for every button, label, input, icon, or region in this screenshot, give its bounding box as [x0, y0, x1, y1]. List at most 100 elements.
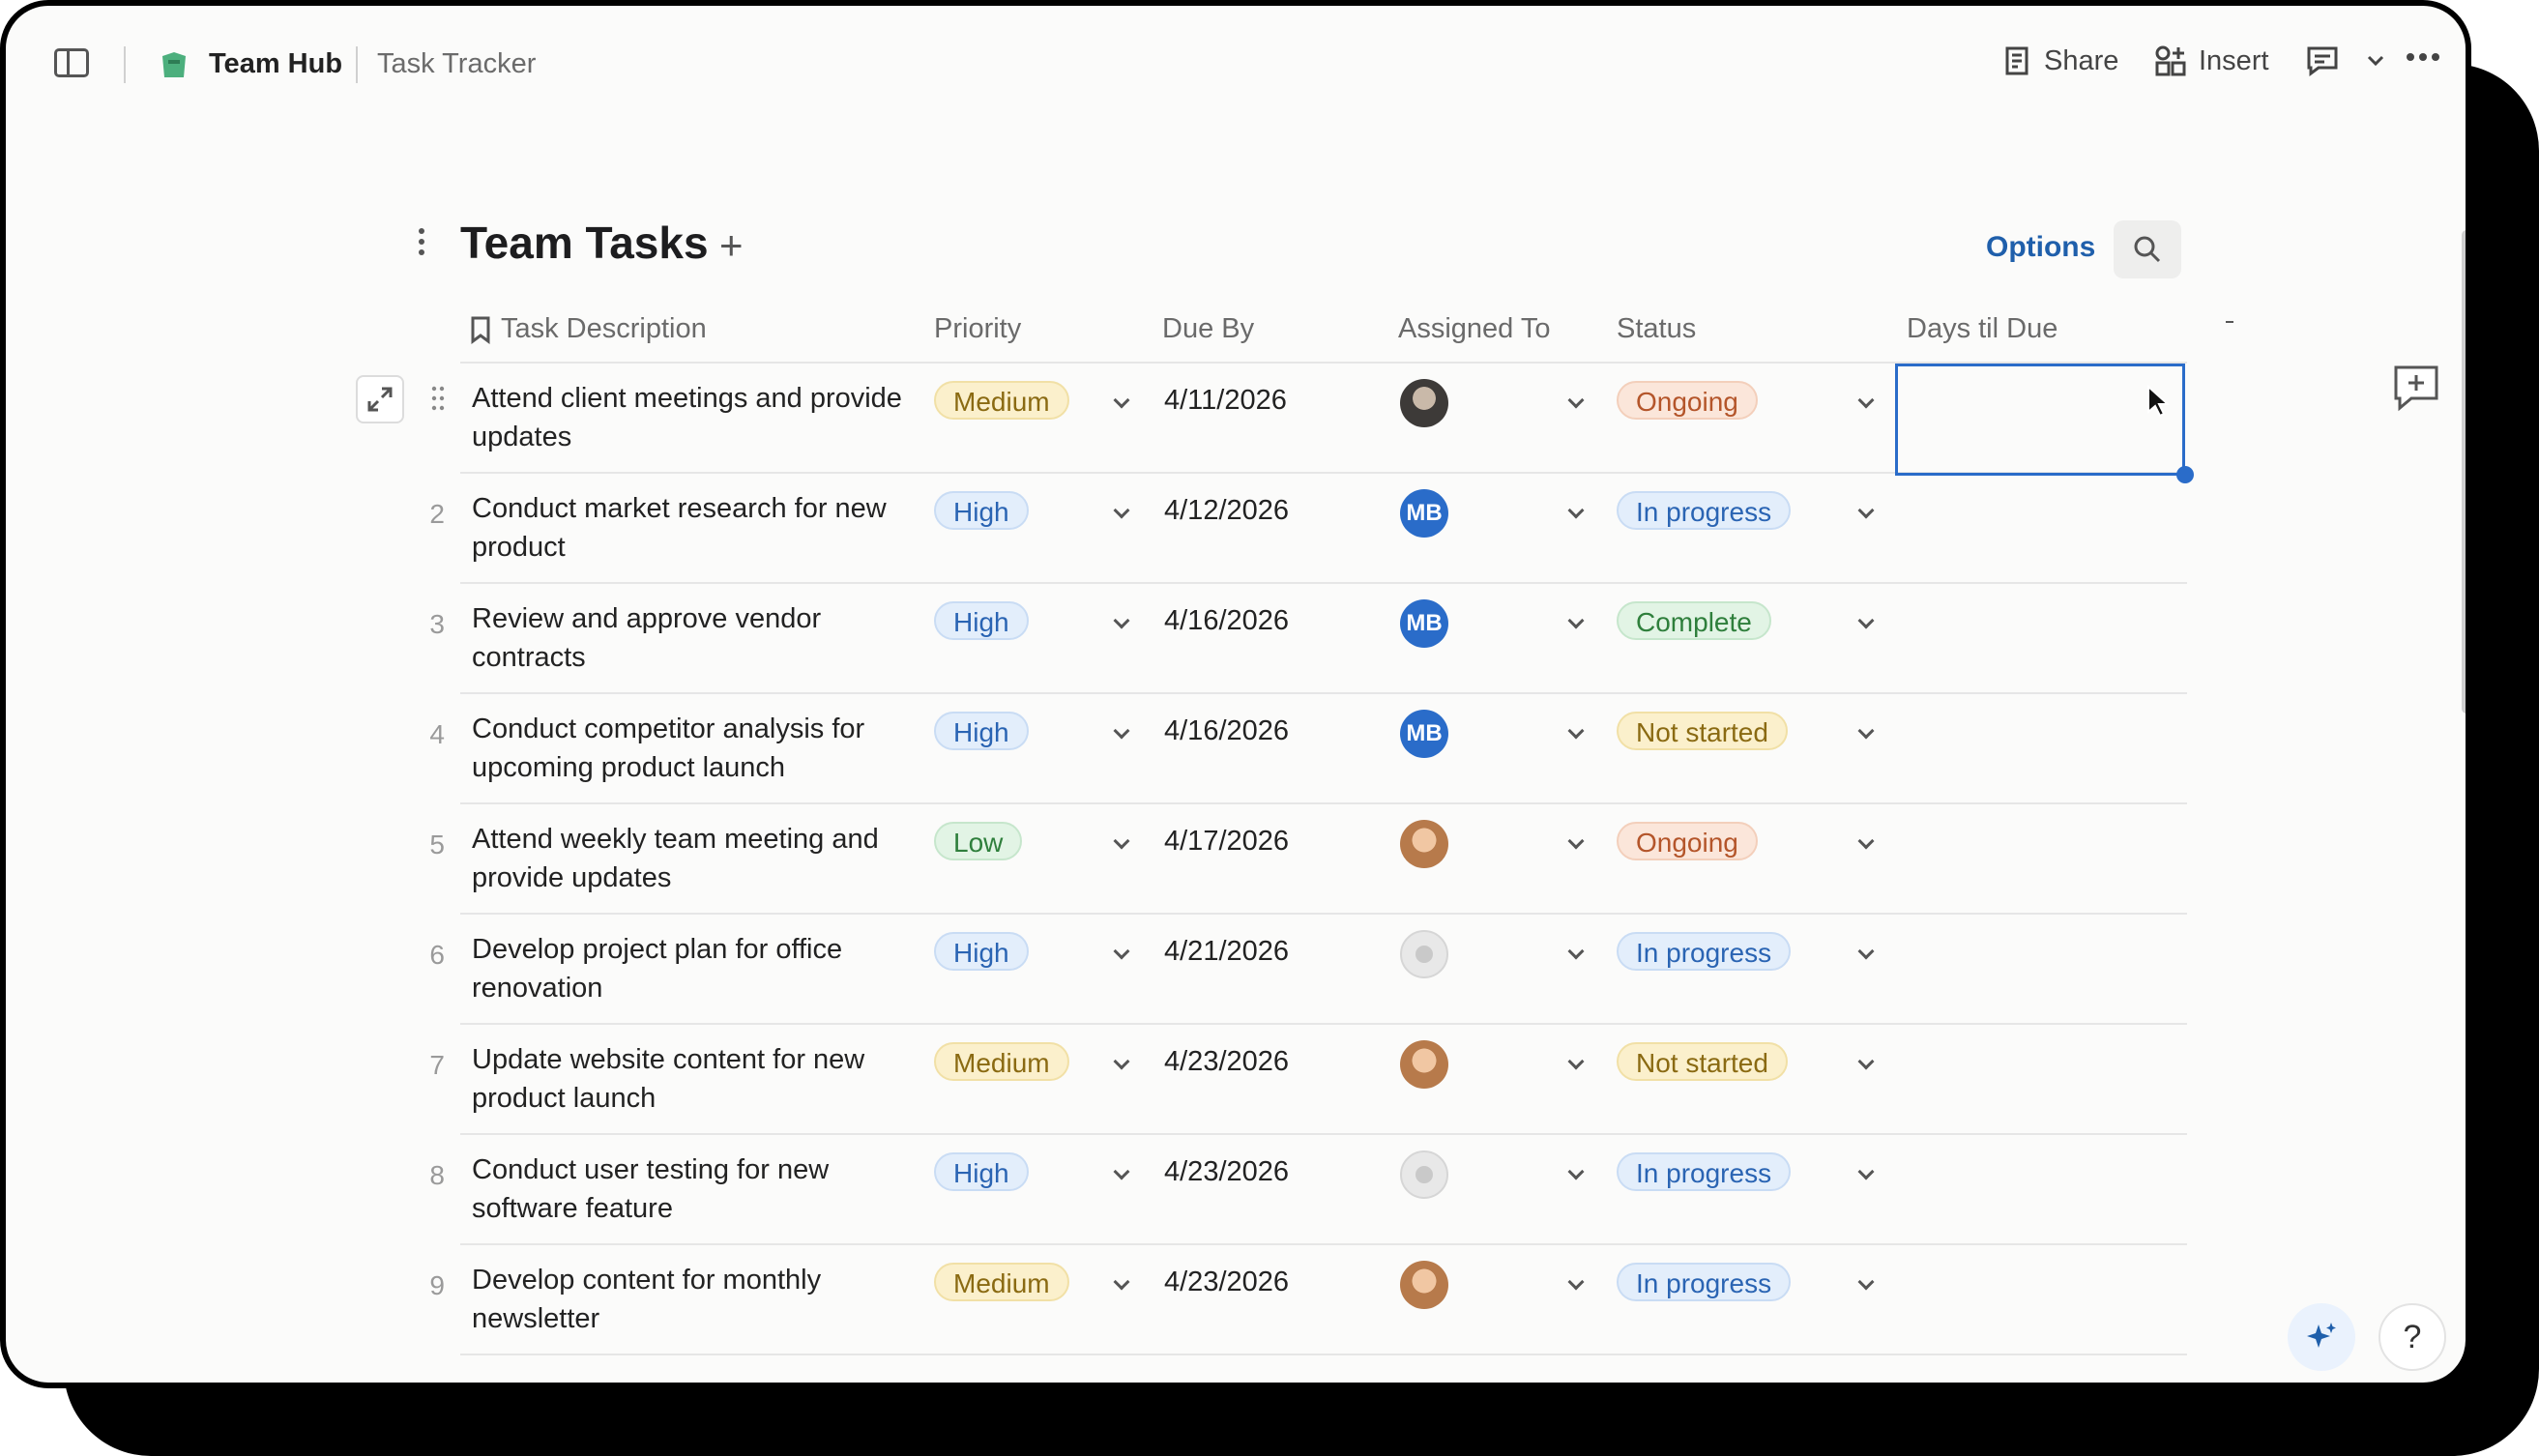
drag-handle-icon[interactable] — [431, 385, 445, 412]
status-badge[interactable]: In progress — [1617, 491, 1792, 530]
due-date-cell[interactable]: 4/12/2026 — [1164, 491, 1289, 530]
more-options-button[interactable] — [2406, 50, 2452, 64]
avatar[interactable]: MB — [1400, 489, 1448, 538]
task-description-cell[interactable]: Conduct user testing for new software fe… — [472, 1150, 926, 1228]
table-title[interactable]: Team Tasks — [460, 217, 709, 269]
task-description-cell[interactable]: Develop content for monthly newsletter — [472, 1261, 926, 1338]
status-badge[interactable]: Ongoing — [1617, 822, 1758, 860]
task-description-cell[interactable]: Update website content for new product l… — [472, 1040, 926, 1118]
column-header-days-til-due[interactable]: Days til Due — [1907, 313, 2057, 345]
status-badge[interactable]: Not started — [1617, 1042, 1788, 1081]
vertical-scrollbar[interactable] — [2462, 230, 2466, 713]
chevron-down-icon[interactable] — [1567, 502, 1585, 519]
table-menu-icon[interactable] — [412, 228, 431, 263]
priority-badge[interactable]: Medium — [934, 381, 1069, 420]
chevron-down-icon[interactable] — [1567, 722, 1585, 740]
column-menu-handle[interactable] — [2226, 321, 2233, 323]
status-badge[interactable]: Ongoing — [1617, 381, 1758, 420]
column-header-due-by[interactable]: Due By — [1162, 313, 1254, 345]
chevron-down-icon[interactable] — [1567, 832, 1585, 850]
table-row[interactable]: 5 Attend weekly team meeting and provide… — [429, 804, 2187, 915]
insert-button[interactable]: Insert — [2154, 44, 2269, 77]
chevron-down-icon[interactable] — [1857, 1053, 1875, 1070]
add-view-button[interactable]: + — [719, 222, 744, 269]
table-row[interactable]: 9 Develop content for monthly newsletter… — [429, 1245, 2187, 1355]
due-date-cell[interactable]: 4/23/2026 — [1164, 1042, 1289, 1081]
page-title[interactable]: Task Tracker — [377, 48, 536, 80]
doc-icon[interactable] — [157, 48, 191, 83]
avatar[interactable] — [1400, 379, 1448, 427]
chevron-down-icon[interactable] — [1567, 1273, 1585, 1291]
fill-handle[interactable] — [2176, 466, 2194, 483]
priority-badge[interactable]: High — [934, 491, 1029, 530]
table-row[interactable]: 4 Conduct competitor analysis for upcomi… — [429, 694, 2187, 804]
chevron-down-icon[interactable] — [1857, 392, 1875, 409]
horizontal-scrollbar[interactable] — [460, 1383, 2189, 1388]
table-row[interactable]: 6 Develop project plan for office renova… — [429, 915, 2187, 1025]
table-row[interactable]: 3 Review and approve vendor contracts Hi… — [429, 584, 2187, 694]
task-description-cell[interactable]: Conduct competitor analysis for upcoming… — [472, 710, 926, 787]
due-date-cell[interactable]: 4/23/2026 — [1164, 1263, 1289, 1301]
task-description-cell[interactable]: Develop project plan for office renovati… — [472, 930, 926, 1007]
chevron-down-icon[interactable] — [1113, 502, 1130, 519]
chevron-down-icon[interactable] — [1857, 943, 1875, 960]
due-date-cell[interactable]: 4/21/2026 — [1164, 932, 1289, 971]
search-button[interactable] — [2114, 220, 2181, 278]
avatar[interactable] — [1400, 930, 1448, 978]
chevron-down-icon[interactable] — [1113, 943, 1130, 960]
status-badge[interactable]: Not started — [1617, 712, 1788, 750]
chevron-down-icon[interactable] — [1113, 612, 1130, 629]
chevron-down-icon[interactable] — [1567, 943, 1585, 960]
chevron-down-icon[interactable] — [1857, 832, 1875, 850]
chevron-down-icon[interactable] — [1857, 612, 1875, 629]
chevron-down-icon[interactable] — [1113, 1163, 1130, 1180]
table-row[interactable]: 2 Conduct market research for new produc… — [429, 474, 2187, 584]
avatar[interactable]: MB — [1400, 599, 1448, 648]
due-date-cell[interactable]: 4/16/2026 — [1164, 601, 1289, 640]
expand-row-button[interactable] — [356, 375, 404, 423]
due-date-cell[interactable]: 4/17/2026 — [1164, 822, 1289, 860]
status-badge[interactable]: Complete — [1617, 601, 1771, 640]
avatar[interactable]: MB — [1400, 710, 1448, 758]
comments-button[interactable] — [2305, 44, 2398, 77]
priority-badge[interactable]: High — [934, 712, 1029, 750]
chevron-down-icon[interactable] — [1567, 1053, 1585, 1070]
chevron-down-icon[interactable] — [1113, 1053, 1130, 1070]
avatar[interactable] — [1400, 1150, 1448, 1199]
task-description-cell[interactable]: Attend client meetings and provide updat… — [472, 379, 926, 456]
chevron-down-icon[interactable] — [1857, 502, 1875, 519]
due-date-cell[interactable]: 4/23/2026 — [1164, 1152, 1289, 1191]
due-date-cell[interactable]: 4/11/2026 — [1164, 381, 1287, 420]
ai-assistant-button[interactable] — [2288, 1303, 2355, 1371]
add-comment-icon[interactable] — [2390, 364, 2442, 412]
sidebar-toggle-icon[interactable] — [54, 48, 89, 77]
chevron-down-icon[interactable] — [1857, 1163, 1875, 1180]
priority-badge[interactable]: High — [934, 601, 1029, 640]
column-header-status[interactable]: Status — [1617, 313, 1696, 345]
chevron-down-icon[interactable] — [1567, 612, 1585, 629]
table-row[interactable]: 8 Conduct user testing for new software … — [429, 1135, 2187, 1245]
task-description-cell[interactable]: Conduct market research for new product — [472, 489, 926, 567]
due-date-cell[interactable]: 4/16/2026 — [1164, 712, 1289, 750]
priority-badge[interactable]: High — [934, 932, 1029, 971]
column-header-assigned-to[interactable]: Assigned To — [1398, 313, 1550, 345]
priority-badge[interactable]: High — [934, 1152, 1029, 1191]
avatar[interactable] — [1400, 820, 1448, 868]
priority-badge[interactable]: Low — [934, 822, 1023, 860]
status-badge[interactable]: In progress — [1617, 1263, 1792, 1301]
column-header-task-description[interactable]: Task Description — [470, 313, 707, 345]
share-button[interactable]: Share — [2003, 44, 2118, 77]
task-description-cell[interactable]: Review and approve vendor contracts — [472, 599, 926, 677]
avatar[interactable] — [1400, 1040, 1448, 1089]
chevron-down-icon[interactable] — [2365, 51, 2386, 71]
chevron-down-icon[interactable] — [1857, 722, 1875, 740]
priority-badge[interactable]: Medium — [934, 1042, 1069, 1081]
chevron-down-icon[interactable] — [1567, 392, 1585, 409]
status-badge[interactable]: In progress — [1617, 932, 1792, 971]
chevron-down-icon[interactable] — [1113, 832, 1130, 850]
doc-title[interactable]: Team Hub — [209, 48, 342, 80]
column-header-priority[interactable]: Priority — [934, 313, 1021, 345]
options-button[interactable]: Options — [1986, 231, 2095, 264]
priority-badge[interactable]: Medium — [934, 1263, 1069, 1301]
status-badge[interactable]: In progress — [1617, 1152, 1792, 1191]
